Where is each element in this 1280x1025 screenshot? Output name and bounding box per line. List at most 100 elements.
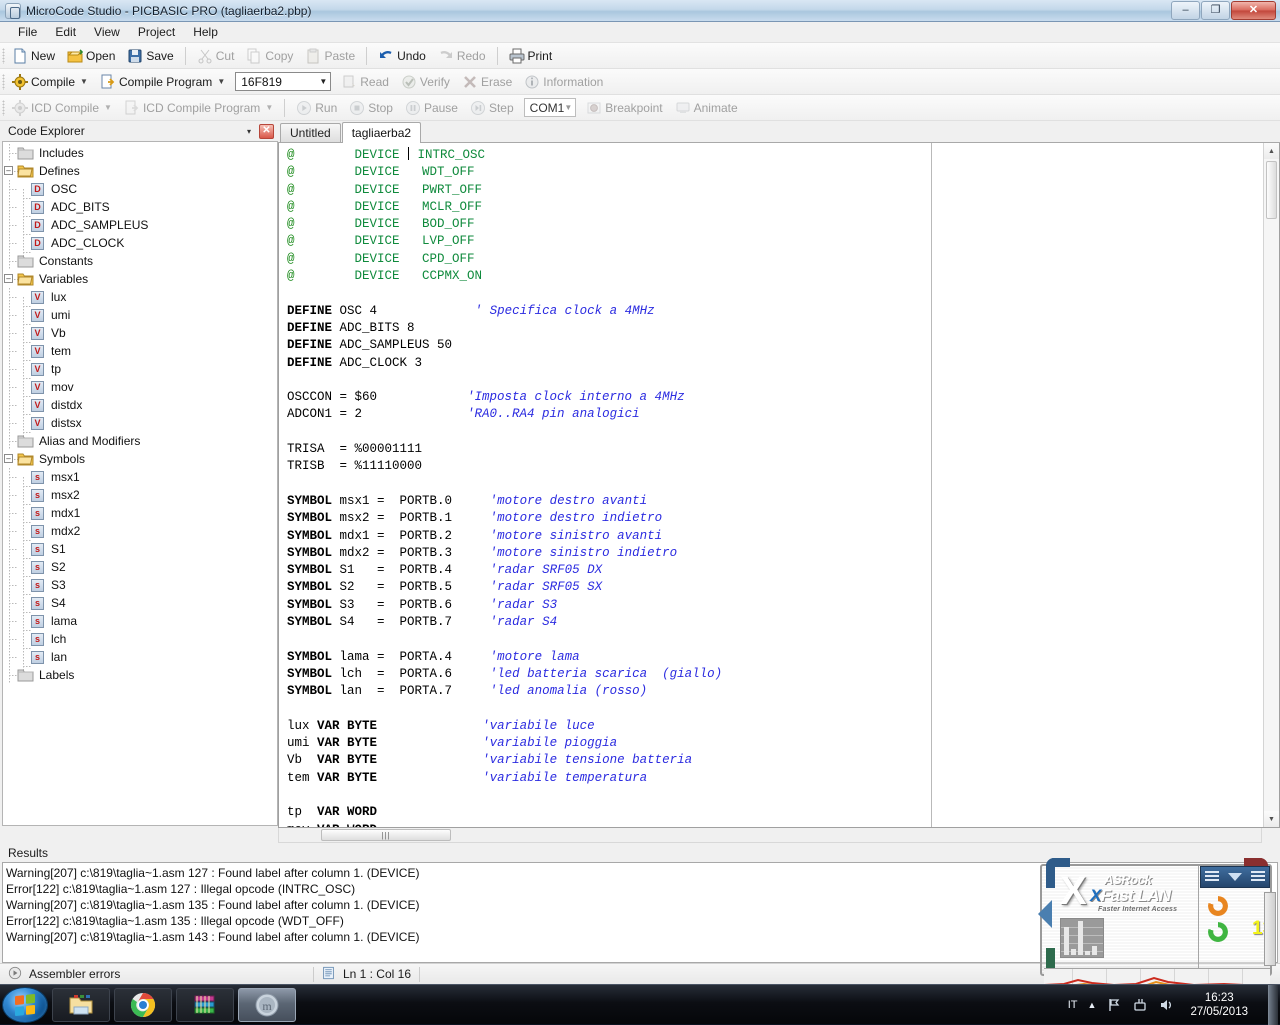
code-line[interactable]: tp VAR WORD — [287, 804, 1263, 821]
code-line[interactable] — [287, 424, 1263, 441]
chevron-down-icon[interactable]: ▼ — [80, 77, 88, 86]
paste-button[interactable]: Paste — [299, 46, 361, 66]
tree-node-mov[interactable]: Vmov — [3, 378, 277, 396]
tree-node-osc[interactable]: DOSC — [3, 180, 277, 198]
widget-collapse-arrow-icon[interactable] — [1038, 900, 1052, 928]
restore-button[interactable]: ❐ — [1201, 1, 1230, 20]
show-desktop-button[interactable] — [1268, 985, 1278, 1025]
code-line[interactable]: tem VAR BYTE 'variabile temperatura — [287, 770, 1263, 787]
volume-speaker-icon[interactable] — [1158, 997, 1174, 1013]
step-button[interactable]: Step — [464, 98, 520, 118]
panel-menu-icon[interactable]: ▾ — [239, 127, 259, 136]
title-bar[interactable]: MicroCode Studio - PICBASIC PRO (tagliae… — [0, 0, 1280, 22]
code-line[interactable]: @ DEVICE LVP_OFF — [287, 233, 1263, 250]
tree-node-defines[interactable]: –Defines — [3, 162, 277, 180]
code-line[interactable]: TRISA = %00001111 — [287, 441, 1263, 458]
animate-button[interactable]: Animate — [669, 98, 744, 118]
code-line[interactable]: SYMBOL lama = PORTA.4 'motore lama — [287, 649, 1263, 666]
run-button[interactable]: Run — [290, 98, 343, 118]
pause-button[interactable]: Pause — [399, 98, 464, 118]
code-line[interactable]: SYMBOL S4 = PORTB.7 'radar S4 — [287, 614, 1263, 631]
collapse-toggle-icon[interactable]: – — [4, 166, 13, 175]
print-button[interactable]: Print — [503, 46, 559, 66]
tree-node-lch[interactable]: slch — [3, 630, 277, 648]
code-line[interactable]: SYMBOL S3 = PORTB.6 'radar S3 — [287, 597, 1263, 614]
widget-dropdown-icon[interactable] — [1228, 873, 1242, 881]
code-line[interactable] — [287, 476, 1263, 493]
tree-node-includes[interactable]: Includes — [3, 144, 277, 162]
tree-node-umi[interactable]: Vumi — [3, 306, 277, 324]
code-line[interactable]: SYMBOL msx2 = PORTB.1 'motore destro ind… — [287, 510, 1263, 527]
code-line[interactable]: OSCCON = $60 'Imposta clock interno a 4M… — [287, 389, 1263, 406]
code-line[interactable]: SYMBOL lch = PORTA.6 'led batteria scari… — [287, 666, 1263, 683]
menu-edit[interactable]: Edit — [47, 23, 84, 41]
tree-node-adc-clock[interactable]: DADC_CLOCK — [3, 234, 277, 252]
tree-node-s1[interactable]: sS1 — [3, 540, 277, 558]
tree-node-s4[interactable]: sS4 — [3, 594, 277, 612]
code-line[interactable] — [287, 285, 1263, 302]
code-line[interactable]: @ DEVICE INTRC_OSC — [287, 147, 1263, 164]
tree-node-s2[interactable]: sS2 — [3, 558, 277, 576]
start-button[interactable] — [2, 987, 48, 1023]
port-combo[interactable]: COM1 ▼ — [524, 98, 577, 117]
minimize-button[interactable]: – — [1171, 1, 1200, 20]
information-button[interactable]: Information — [518, 72, 609, 92]
tab-tagliaerba2[interactable]: tagliaerba2 — [342, 122, 421, 143]
tree-node-lux[interactable]: Vlux — [3, 288, 277, 306]
code-line[interactable] — [287, 701, 1263, 718]
tray-language[interactable]: IT — [1068, 999, 1078, 1011]
tree-node-msx1[interactable]: smsx1 — [3, 468, 277, 486]
erase-button[interactable]: Erase — [456, 72, 518, 92]
taskbar-item-microcode-studio[interactable]: m — [238, 988, 296, 1022]
copy-button[interactable]: Copy — [240, 46, 299, 66]
code-line[interactable]: SYMBOL mdx1 = PORTB.2 'motore sinistro a… — [287, 528, 1263, 545]
device-combo[interactable]: 16F819 ▼ — [235, 72, 331, 91]
tree-node-symbols[interactable]: –Symbols — [3, 450, 277, 468]
tree-node-msx2[interactable]: smsx2 — [3, 486, 277, 504]
editor-vertical-scrollbar[interactable]: ▲ ▼ — [1263, 143, 1279, 827]
code-line[interactable] — [287, 631, 1263, 648]
tree-node-tem[interactable]: Vtem — [3, 342, 277, 360]
menu-project[interactable]: Project — [130, 23, 183, 41]
cut-button[interactable]: Cut — [191, 46, 241, 66]
collapse-toggle-icon[interactable]: – — [4, 274, 13, 283]
verify-button[interactable]: Verify — [395, 72, 456, 92]
code-line[interactable]: SYMBOL lan = PORTA.7 'led anomalia (ross… — [287, 683, 1263, 700]
code-line[interactable]: mov VAR WORD — [287, 822, 1263, 827]
tree-node-s3[interactable]: sS3 — [3, 576, 277, 594]
scroll-down-icon[interactable]: ▼ — [1264, 811, 1279, 827]
code-explorer-tree[interactable]: Includes–DefinesDOSCDADC_BITSDADC_SAMPLE… — [2, 141, 278, 826]
asrock-xfast-lan-widget[interactable]: X ASRock XFast LAN Faster Internet Acces… — [1012, 856, 1280, 984]
tree-node-variables[interactable]: –Variables — [3, 270, 277, 288]
taskbar-item-explorer[interactable] — [52, 988, 110, 1022]
code-line[interactable]: SYMBOL msx1 = PORTB.0 'motore destro ava… — [287, 493, 1263, 510]
icd-compile-button[interactable]: ICD Compile ▼ — [6, 98, 118, 118]
compile-button[interactable]: Compile ▼ — [6, 72, 94, 92]
code-line[interactable]: SYMBOL S1 = PORTB.4 'radar SRF05 DX — [287, 562, 1263, 579]
scroll-up-icon[interactable]: ▲ — [1264, 143, 1279, 159]
scrollbar-thumb[interactable] — [1266, 161, 1277, 219]
scrollbar-track[interactable] — [1264, 159, 1279, 811]
widget-menu-icon[interactable] — [1251, 871, 1265, 883]
code-line[interactable]: @ DEVICE CCPMX_ON — [287, 268, 1263, 285]
code-line[interactable]: DEFINE ADC_BITS 8 — [287, 320, 1263, 337]
tree-node-distsx[interactable]: Vdistsx — [3, 414, 277, 432]
tree-node-adc-bits[interactable]: DADC_BITS — [3, 198, 277, 216]
code-line[interactable]: umi VAR BYTE 'variabile pioggia — [287, 735, 1263, 752]
widget-toolbar[interactable] — [1200, 866, 1270, 888]
code-line[interactable]: @ DEVICE PWRT_OFF — [287, 182, 1263, 199]
menu-help[interactable]: Help — [185, 23, 226, 41]
tree-node-labels[interactable]: Labels — [3, 666, 277, 684]
taskbar-item-winrar[interactable] — [176, 988, 234, 1022]
widget-list-icon[interactable] — [1205, 871, 1219, 883]
code-line[interactable] — [287, 372, 1263, 389]
code-line[interactable]: ADCON1 = 2 'RA0..RA4 pin analogici — [287, 406, 1263, 423]
tree-node-lan[interactable]: slan — [3, 648, 277, 666]
tree-node-mdx2[interactable]: smdx2 — [3, 522, 277, 540]
code-line[interactable]: @ DEVICE CPD_OFF — [287, 251, 1263, 268]
tree-node-lama[interactable]: slama — [3, 612, 277, 630]
tree-node-constants[interactable]: Constants — [3, 252, 277, 270]
redo-button[interactable]: Redo — [432, 46, 492, 66]
tree-node-alias-and-modifiers[interactable]: Alias and Modifiers — [3, 432, 277, 450]
chevron-down-icon[interactable]: ▼ — [217, 77, 225, 86]
